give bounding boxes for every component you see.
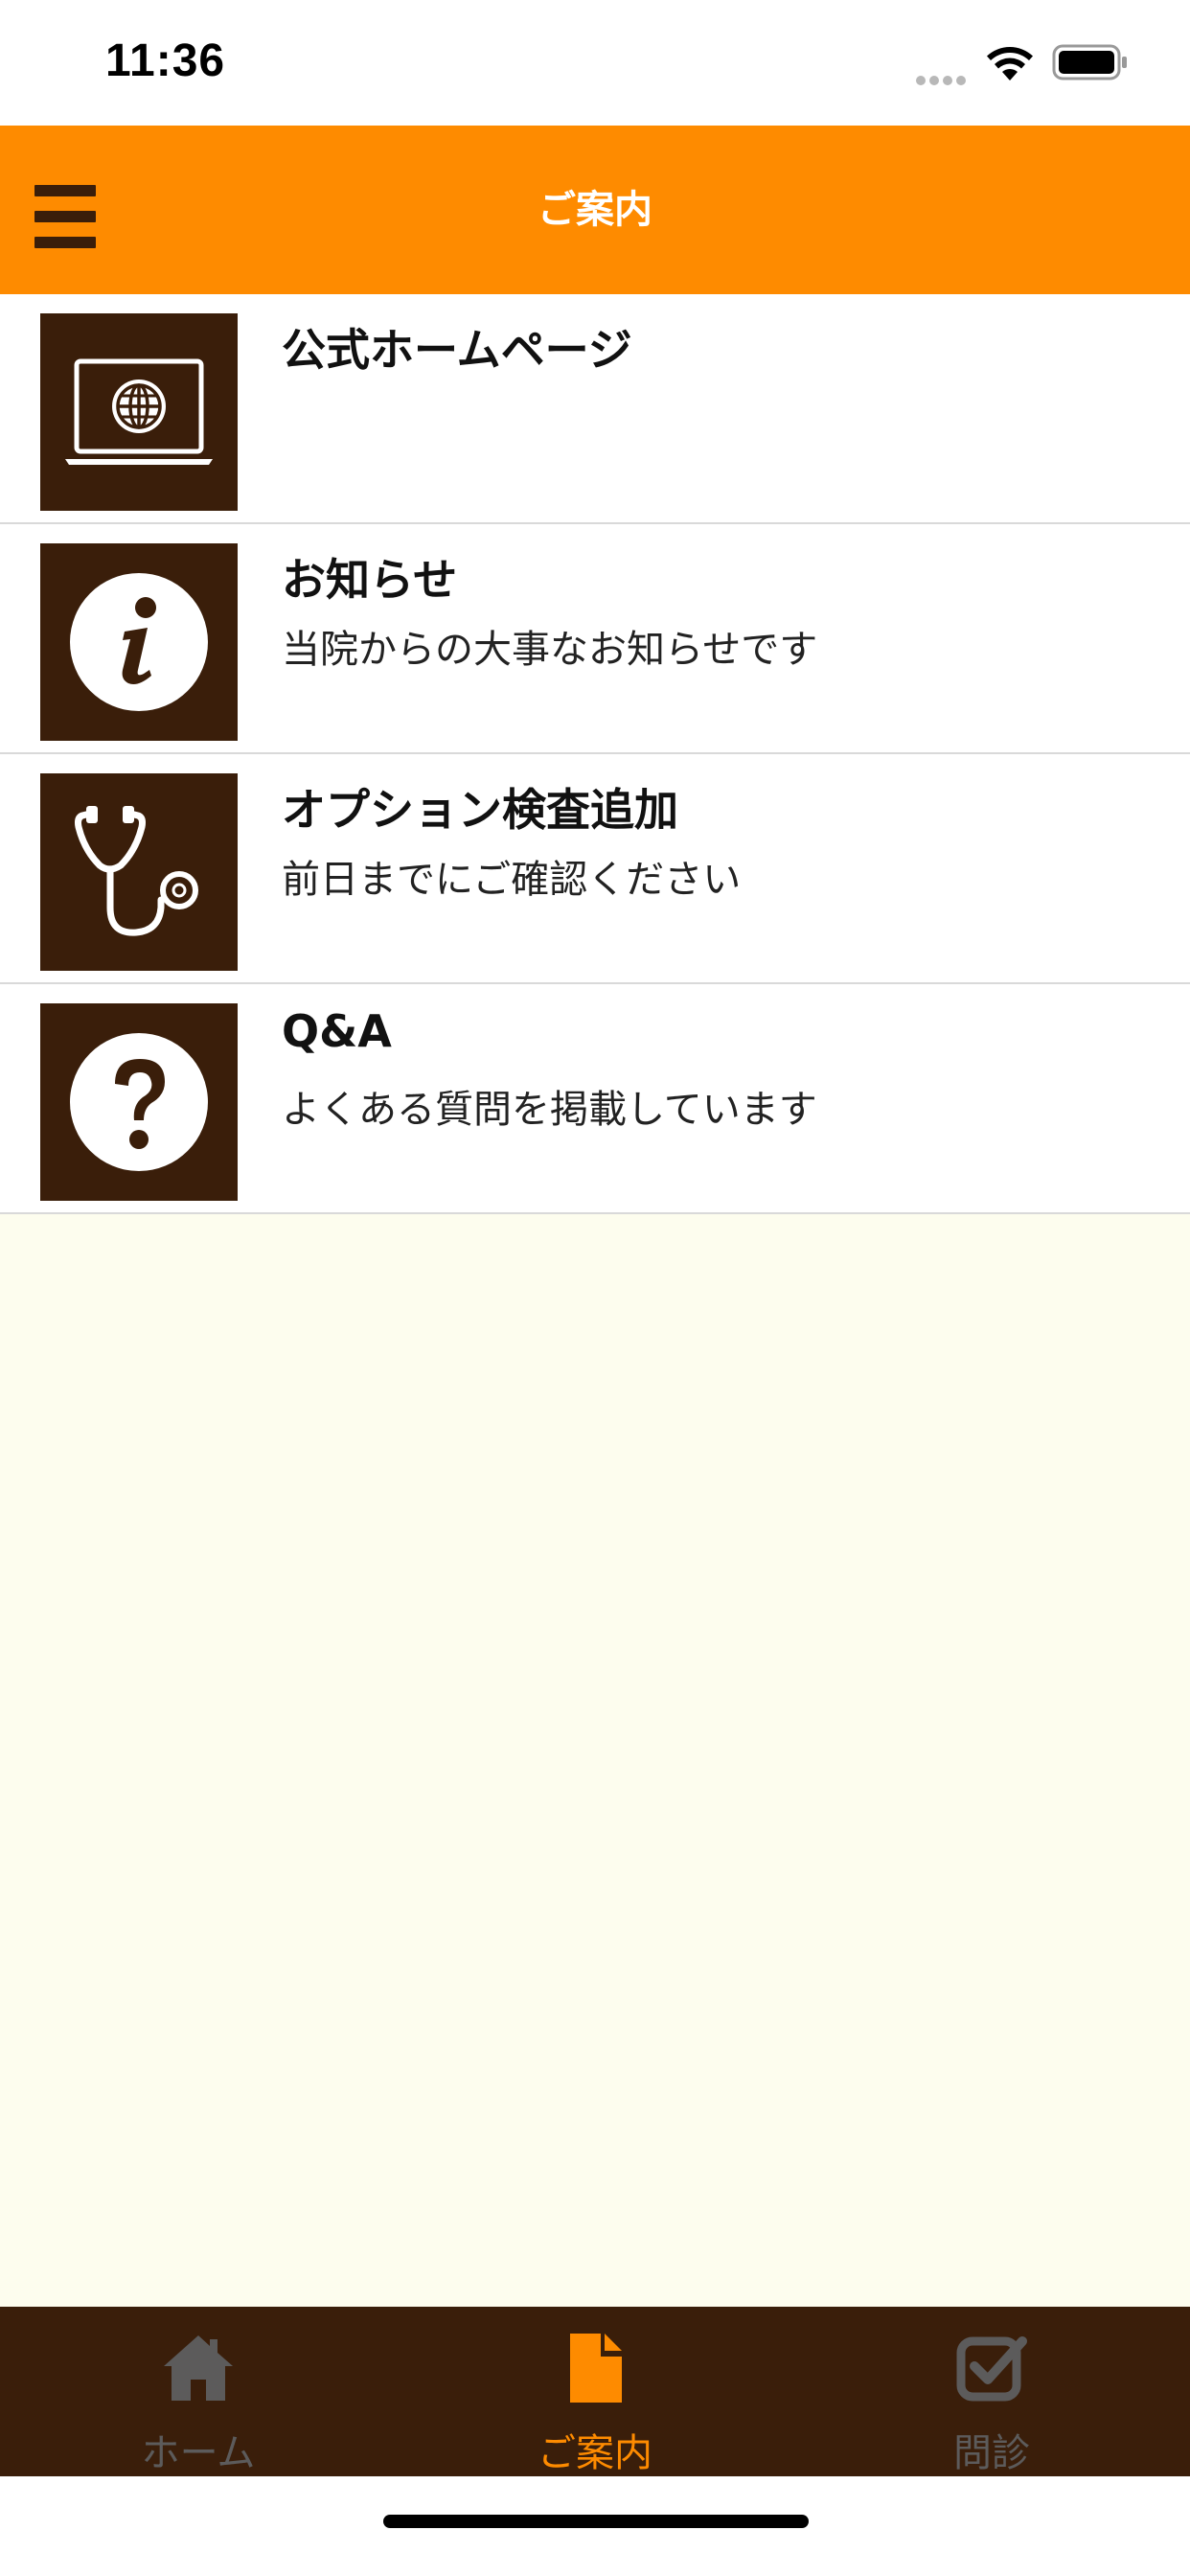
tab-home[interactable]: ホーム bbox=[0, 2307, 397, 2476]
list-item-optional-exam[interactable]: オプション検査追加 前日までにご確認ください bbox=[0, 754, 1190, 984]
tab-label: ご案内 bbox=[538, 2431, 652, 2475]
wifi-icon bbox=[987, 46, 1033, 80]
tab-label: 問診 bbox=[953, 2431, 1030, 2475]
status-time: 11:36 bbox=[105, 35, 226, 86]
navigation-bar: ご案内 bbox=[0, 126, 1190, 294]
page-title: ご案内 bbox=[538, 188, 652, 232]
checkbox-icon bbox=[956, 2336, 1027, 2402]
item-subtitle: よくある質問を掲載しています bbox=[282, 1088, 817, 1132]
home-icon bbox=[164, 2335, 233, 2401]
tab-label: ホーム bbox=[141, 2431, 256, 2475]
stethoscope-icon bbox=[40, 773, 238, 971]
document-icon bbox=[570, 2334, 622, 2403]
cellular-signal-icon bbox=[916, 71, 970, 89]
list-item-official-homepage[interactable]: 公式ホームページ bbox=[0, 294, 1190, 524]
info-icon bbox=[40, 543, 238, 741]
item-title: 公式ホームページ bbox=[282, 324, 632, 376]
home-indicator[interactable] bbox=[383, 2515, 809, 2528]
item-subtitle: 当院からの大事なお知らせです bbox=[282, 628, 818, 672]
list-item-news[interactable]: お知らせ 当院からの大事なお知らせです bbox=[0, 524, 1190, 754]
laptop-globe-icon bbox=[40, 313, 238, 511]
item-title: お知らせ bbox=[282, 554, 458, 606]
tab-bar: ホーム ご案内 問診 bbox=[0, 2307, 1190, 2476]
tab-guide[interactable]: ご案内 bbox=[397, 2307, 793, 2476]
info-list: 公式ホームページ お知らせ 当院からの大事なお知らせです オプション検査追加 前… bbox=[0, 294, 1190, 1214]
item-title: オプション検査追加 bbox=[282, 784, 678, 836]
item-subtitle: 前日までにご確認ください bbox=[282, 858, 742, 902]
home-indicator-area bbox=[0, 2476, 1190, 2576]
tab-questionnaire[interactable]: 問診 bbox=[793, 2307, 1190, 2476]
question-icon bbox=[40, 1003, 238, 1201]
list-item-qa[interactable]: Q&A よくある質問を掲載しています bbox=[0, 984, 1190, 1214]
battery-icon bbox=[1052, 44, 1127, 80]
item-title: Q&A bbox=[282, 1005, 392, 1057]
status-bar: 11:36 bbox=[0, 0, 1190, 126]
